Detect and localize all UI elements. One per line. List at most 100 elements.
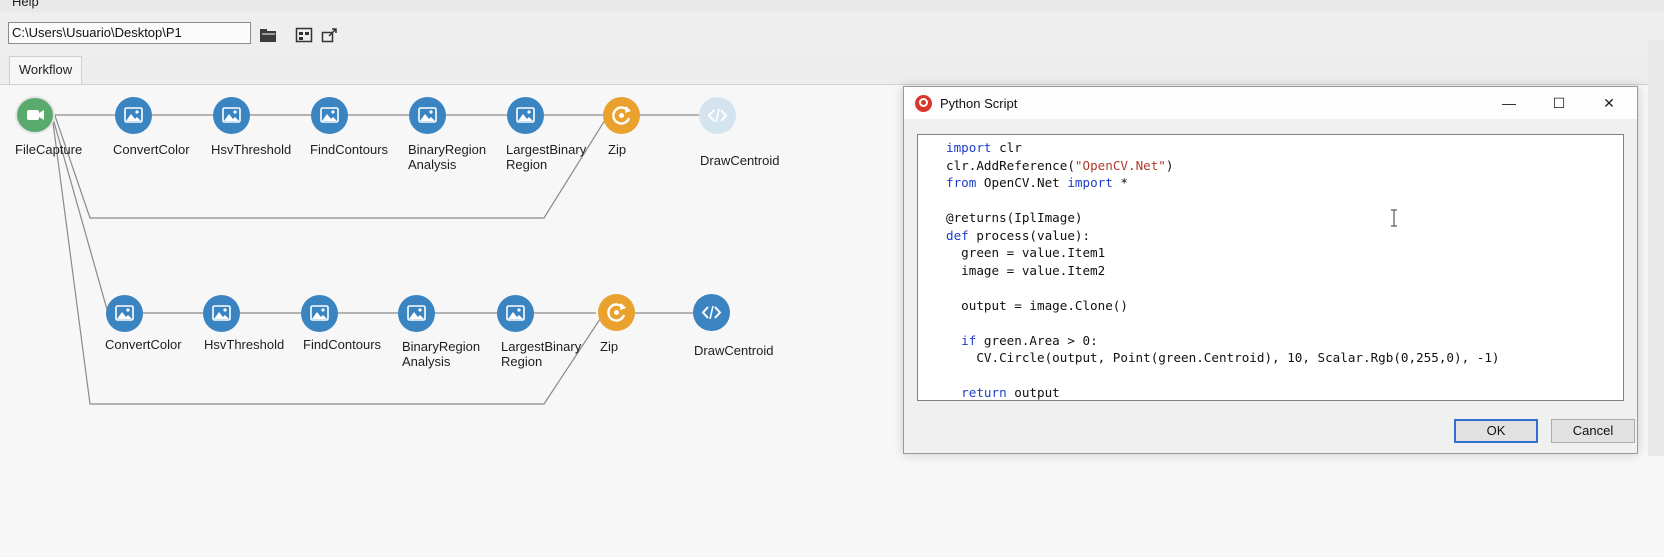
ok-button[interactable]: OK bbox=[1454, 419, 1538, 443]
largestbinary-label-line1: LargestBinary bbox=[501, 339, 582, 354]
image-icon bbox=[222, 107, 241, 123]
code-line: CV.Circle(output, Point(green.Centroid),… bbox=[946, 349, 1500, 367]
minimize-button[interactable]: — bbox=[1486, 87, 1532, 119]
findcontours-node-1[interactable] bbox=[311, 97, 348, 134]
export-icon[interactable] bbox=[321, 27, 339, 43]
code-icon bbox=[701, 305, 722, 320]
largestbinary-label-line2: Region bbox=[501, 354, 543, 369]
code-text: clr bbox=[991, 140, 1022, 155]
image-icon bbox=[212, 305, 231, 321]
code-icon bbox=[707, 108, 728, 123]
binaryregion-node-2[interactable] bbox=[398, 295, 435, 332]
binaryregion-label-line2: Analysis bbox=[408, 157, 457, 172]
zip-label-2: Zip bbox=[600, 339, 619, 354]
convertcolor-label-1: ConvertColor bbox=[113, 142, 190, 157]
filecapture-label: FileCapture bbox=[15, 142, 83, 157]
zip-node-2[interactable] bbox=[598, 294, 635, 331]
code-text: * bbox=[1112, 175, 1129, 190]
right-scrollbar[interactable] bbox=[1648, 40, 1664, 456]
app-icon bbox=[915, 95, 932, 112]
zip-node-1[interactable] bbox=[603, 97, 640, 134]
binaryregion-label-2: BinaryRegion Analysis bbox=[402, 339, 480, 369]
convertcolor-node-1[interactable] bbox=[115, 97, 152, 134]
code-line: output = image.Clone() bbox=[946, 297, 1500, 315]
code-text: clr.AddReference( bbox=[946, 157, 1075, 173]
code-line: from OpenCV.Net import * bbox=[946, 174, 1500, 192]
code-text: process(value): bbox=[968, 227, 1091, 243]
findcontours-label-2: FindContours bbox=[303, 337, 382, 352]
hsvthreshold-node-2[interactable] bbox=[203, 295, 240, 332]
code-line: return output bbox=[946, 384, 1500, 400]
code-text: @returns(IplImage) bbox=[946, 210, 1083, 225]
code-keyword: def bbox=[946, 227, 969, 243]
findcontours-label-1: FindContours bbox=[310, 142, 389, 157]
tab-workflow[interactable]: Workflow bbox=[9, 56, 82, 85]
binaryregion-node-1[interactable] bbox=[409, 97, 446, 134]
hsvthreshold-node-1[interactable] bbox=[213, 97, 250, 134]
binaryregion-label-line1: BinaryRegion bbox=[402, 339, 481, 354]
largestbinary-label-1: LargestBinary Region bbox=[506, 142, 586, 172]
code-string: "OpenCV.Net" bbox=[1074, 157, 1166, 173]
code-text: CV.Circle(output, Point(green.Centroid),… bbox=[946, 350, 1500, 365]
code-keyword: import bbox=[1067, 175, 1113, 190]
image-icon bbox=[115, 305, 134, 321]
image-icon bbox=[418, 107, 437, 123]
code-keyword: if bbox=[961, 332, 977, 348]
file-path-field[interactable]: C:\Users\Usuario\Desktop\P1 bbox=[8, 22, 251, 44]
dialog-titlebar[interactable]: Python Script — ☐ ✕ bbox=[904, 87, 1637, 119]
code-keyword: from bbox=[946, 175, 977, 190]
code-text: OpenCV.Net bbox=[976, 175, 1068, 190]
menu-help[interactable]: Help bbox=[12, 0, 39, 9]
largestbinary-node-1[interactable] bbox=[507, 97, 544, 134]
drawcentroid-node-2[interactable] bbox=[693, 294, 730, 331]
convertcolor-node-2[interactable] bbox=[106, 295, 143, 332]
code-text: green.Area > 0: bbox=[976, 332, 1098, 348]
cancel-button[interactable]: Cancel bbox=[1551, 419, 1635, 443]
largestbinary-label-line2: Region bbox=[506, 157, 548, 172]
code-text: green = value.Item1 bbox=[946, 245, 1106, 260]
drawcentroid-node-1[interactable] bbox=[699, 97, 736, 134]
code-editor[interactable]: import clr clr.AddReference("OpenCV.Net"… bbox=[917, 134, 1624, 401]
binaryregion-label-line2: Analysis bbox=[402, 354, 451, 369]
drawcentroid-label-2: DrawCentroid bbox=[694, 343, 774, 358]
refresh-icon bbox=[612, 106, 631, 125]
text-cursor-icon bbox=[1391, 209, 1397, 227]
code-keyword: import bbox=[946, 140, 992, 155]
code-line: if green.Area > 0: bbox=[946, 332, 1500, 350]
largestbinary-node-2[interactable] bbox=[497, 295, 534, 332]
menu-bar: Help bbox=[0, 0, 1664, 12]
image-icon bbox=[124, 107, 143, 123]
grid-icon[interactable] bbox=[295, 27, 313, 43]
zip-label-1: Zip bbox=[608, 142, 627, 157]
code-text: ) bbox=[1165, 157, 1174, 173]
image-icon bbox=[310, 305, 329, 321]
refresh-icon bbox=[607, 303, 626, 322]
maximize-button[interactable]: ☐ bbox=[1536, 87, 1582, 119]
image-icon bbox=[516, 107, 535, 123]
hsvthreshold-label-1: HsvThreshold bbox=[211, 142, 292, 157]
image-icon bbox=[407, 305, 426, 321]
binaryregion-label-1: BinaryRegion Analysis bbox=[408, 142, 490, 172]
code-lines: import clr clr.AddReference("OpenCV.Net"… bbox=[946, 139, 1500, 400]
largestbinary-label-line1: LargestBinary bbox=[506, 142, 587, 157]
code-line: import clr bbox=[946, 139, 1500, 157]
findcontours-node-2[interactable] bbox=[301, 295, 338, 332]
code-keyword: return bbox=[961, 385, 1007, 400]
image-icon bbox=[506, 305, 525, 321]
code-line: clr.AddReference("OpenCV.Net") bbox=[946, 157, 1500, 175]
close-button[interactable]: ✕ bbox=[1586, 87, 1632, 119]
open-folder-icon[interactable] bbox=[259, 27, 277, 43]
drawcentroid-label-1: DrawCentroid bbox=[700, 153, 780, 168]
hsvthreshold-label-2: HsvThreshold bbox=[204, 337, 285, 352]
code-line: green = value.Item1 bbox=[946, 244, 1500, 262]
code-line: @returns(IplImage) bbox=[946, 209, 1500, 227]
image-icon bbox=[320, 107, 339, 123]
filecapture-node[interactable] bbox=[15, 96, 55, 134]
code-text: image = value.Item2 bbox=[946, 262, 1106, 278]
largestbinary-label-2: LargestBinary Region bbox=[501, 339, 581, 369]
